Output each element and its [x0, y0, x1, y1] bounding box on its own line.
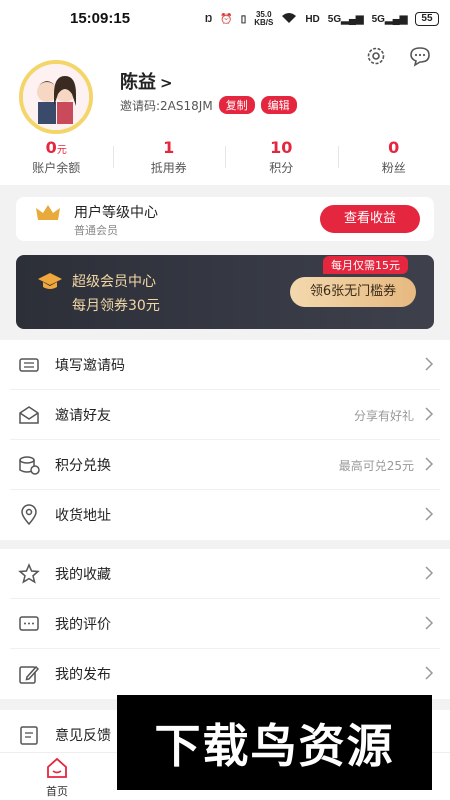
- avatar[interactable]: [19, 60, 93, 134]
- net-speed: 35.0 KB/S: [254, 10, 274, 27]
- user-level-card[interactable]: 用户等级中心 普通会员 查看收益: [16, 197, 434, 241]
- chevron-right-icon: [425, 616, 434, 630]
- chevron-right-icon: [425, 666, 434, 680]
- chevron-right-icon: [425, 566, 434, 580]
- stat-balance[interactable]: 0元 账户余额: [0, 138, 113, 176]
- watermark-overlay: 下载鸟资源: [117, 695, 432, 790]
- menu-item-my-favorites[interactable]: 我的收藏: [10, 549, 440, 599]
- invite-row: 邀请码:2AS18JM 复制 编辑: [120, 96, 297, 114]
- edit-pencil-icon: [19, 665, 40, 684]
- view-income-button[interactable]: 查看收益: [320, 205, 420, 233]
- graduation-cap-icon: [38, 273, 62, 289]
- feedback-note-icon: [20, 726, 38, 745]
- ticket-icon: [19, 358, 39, 372]
- location-pin-icon: [21, 504, 37, 526]
- stats-row: 0元 账户余额 1 抵用券 10 积分 0 粉丝: [0, 138, 450, 176]
- stat-points[interactable]: 10 积分: [225, 138, 338, 176]
- battery-icon: 55: [415, 12, 439, 26]
- stat-coupons[interactable]: 1 抵用券: [112, 138, 226, 176]
- vip-price-badge: 每月仅需15元: [323, 256, 408, 274]
- chevron-right-icon: [425, 357, 434, 371]
- menu-group-1: 填写邀请码 邀请好友 分享有好礼 积分兑换 最高可兑25元 收货地址: [0, 340, 450, 540]
- wifi-icon: [281, 12, 297, 27]
- comment-icon: [19, 616, 39, 631]
- coins-icon: [19, 456, 40, 475]
- menu-item-invite-friends[interactable]: 邀请好友 分享有好礼: [10, 390, 440, 440]
- vibrate-icon: ▯: [240, 13, 247, 25]
- star-icon: [18, 563, 40, 584]
- name-arrow-icon[interactable]: >: [160, 74, 173, 92]
- edit-button[interactable]: 编辑: [260, 96, 297, 114]
- menu-item-enter-invite-code[interactable]: 填写邀请码: [10, 340, 440, 390]
- status-time: 15:09:15: [70, 10, 131, 27]
- signal-icon-2: 5G▂▄▆: [371, 13, 408, 25]
- stat-fans[interactable]: 0 粉丝: [337, 138, 450, 176]
- menu-item-shipping-address[interactable]: 收货地址: [10, 490, 440, 540]
- claim-coupons-button[interactable]: 领6张无门槛券: [290, 277, 416, 307]
- menu-item-points-exchange[interactable]: 积分兑换 最高可兑25元: [10, 440, 440, 490]
- profile-header: 陈益 > 邀请码:2AS18JM 复制 编辑 0元 账户余额 1 抵用券 10 积…: [0, 40, 450, 185]
- chevron-right-icon: [425, 457, 434, 471]
- message-bubble-icon[interactable]: [408, 44, 432, 68]
- signal-icon-1: 5G▂▄▆: [327, 13, 364, 25]
- home-icon: [47, 757, 67, 778]
- user-name[interactable]: 陈益 >: [120, 68, 173, 94]
- status-icons: Ŋ ⏰ ▯ 35.0 KB/S HD 5G▂▄▆ 5G▂▄▆ 55: [205, 11, 439, 27]
- status-bar: 15:09:15 Ŋ ⏰ ▯ 35.0 KB/S HD 5G▂▄▆ 5G▂▄▆ …: [0, 0, 450, 40]
- level-subtitle: 普通会员: [74, 224, 118, 237]
- super-vip-card[interactable]: 超级会员中心 每月领券30元 每月仅需15元 领6张无门槛券: [16, 255, 434, 329]
- alarm-icon: ⏰: [220, 13, 233, 25]
- menu-item-my-reviews[interactable]: 我的评价: [10, 599, 440, 649]
- crown-icon: [36, 205, 60, 220]
- level-title: 用户等级中心: [74, 205, 158, 221]
- menu-item-my-posts[interactable]: 我的发布: [10, 649, 440, 699]
- hd-icon: HD: [305, 13, 320, 25]
- chevron-right-icon: [425, 507, 434, 521]
- nfc-icon: Ŋ: [205, 13, 213, 25]
- tab-home[interactable]: 首页: [12, 757, 102, 799]
- settings-gear-icon[interactable]: [364, 44, 388, 68]
- vip-subtitle: 每月领券30元: [72, 298, 160, 314]
- top-actions: [364, 44, 432, 68]
- vip-title: 超级会员中心: [72, 274, 156, 290]
- invite-code: 邀请码:2AS18JM: [120, 98, 213, 113]
- menu-group-2: 我的收藏 我的评价 我的发布: [0, 549, 450, 699]
- copy-button[interactable]: 复制: [218, 96, 255, 114]
- chevron-right-icon: [425, 407, 434, 421]
- envelope-heart-icon: [19, 406, 39, 424]
